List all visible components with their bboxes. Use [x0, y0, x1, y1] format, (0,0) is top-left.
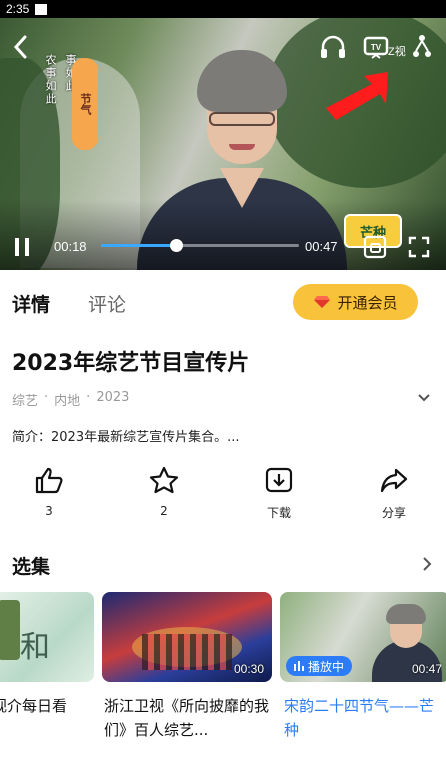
equalizer-icon	[294, 661, 304, 671]
share-nodes-icon	[413, 35, 431, 57]
tv-label: Z视	[388, 46, 406, 58]
chevron-left-icon	[13, 35, 27, 59]
progress-fill	[101, 244, 177, 247]
diamond-icon	[314, 296, 331, 308]
thumbnail-art: 和	[20, 630, 50, 665]
cast-tv-button[interactable]: TV	[362, 34, 390, 62]
meta-genre: 综艺	[12, 394, 39, 409]
screenshot-button[interactable]	[362, 234, 388, 260]
status-time: 2:35	[6, 2, 30, 16]
notification-icon	[35, 3, 48, 15]
screenshot-icon	[363, 235, 387, 259]
now-playing-label: 播放中	[308, 659, 345, 674]
share-icon	[380, 468, 408, 493]
total-time: 00:47	[305, 239, 338, 254]
back-button[interactable]	[8, 32, 34, 62]
download-label: 下载	[266, 506, 291, 520]
like-button[interactable]: 3	[14, 466, 84, 518]
audio-mode-button[interactable]	[318, 32, 348, 62]
thumbs-up-icon	[35, 467, 63, 494]
episode-duration: 00:30	[233, 662, 264, 676]
more-share-button[interactable]	[411, 32, 433, 62]
tv-icon: TV	[363, 36, 389, 59]
expand-details-button[interactable]	[416, 389, 432, 405]
meta-sep: ·	[44, 390, 49, 405]
status-bar: 2:35	[0, 0, 446, 18]
progress-bar[interactable]	[101, 239, 299, 252]
download-icon	[265, 467, 293, 493]
episode-duration: 00:47	[411, 662, 442, 676]
meta-sep: ·	[86, 390, 91, 405]
headphones-icon	[321, 35, 345, 58]
video-player[interactable]: 农事如此 事如此 节气 芒种 TV Z视 00:18 00:47	[0, 18, 446, 270]
share-button[interactable]: 分享	[359, 466, 429, 521]
video-meta: 综艺 · 内地 · 2023	[12, 390, 129, 409]
episodes-more-button[interactable]	[420, 555, 434, 573]
vip-button-label: 开通会员	[337, 293, 398, 312]
action-bar: 3 2 下载 分享	[0, 466, 446, 526]
chevron-down-icon	[418, 394, 430, 402]
meta-year: 2023	[96, 390, 130, 405]
episode-title[interactable]: 视介每日看	[0, 694, 96, 718]
pause-icon	[15, 238, 29, 256]
vip-button[interactable]: 开通会员	[293, 284, 418, 320]
video-title: 2023年综艺节目宣传片	[12, 351, 250, 376]
meta-region: 内地	[54, 394, 81, 409]
video-intro: 简介：2023年最新综艺宣传片集合。...	[12, 430, 240, 445]
episode-thumbnail[interactable]: 00:30	[102, 592, 272, 682]
episodes-heading: 选集	[12, 556, 51, 578]
episode-thumbnail[interactable]: 播放中 00:47	[280, 592, 446, 682]
tab-details[interactable]: 详情	[12, 290, 50, 317]
episode-thumbnail[interactable]: 和	[0, 592, 94, 682]
fullscreen-icon	[408, 236, 430, 258]
chevron-right-icon	[423, 557, 432, 571]
like-count: 3	[45, 504, 53, 518]
now-playing-badge: 播放中	[286, 656, 353, 676]
pause-button[interactable]	[10, 234, 34, 260]
star-icon	[149, 466, 179, 494]
favorite-button[interactable]: 2	[129, 466, 199, 518]
episode-title[interactable]: 浙江卫视《所向披靡的我们》百人综艺...	[104, 694, 270, 742]
red-arrow-annotation	[326, 72, 388, 120]
download-button[interactable]: 下载	[244, 466, 314, 521]
svg-text:TV: TV	[371, 43, 382, 52]
share-label: 分享	[381, 506, 406, 520]
current-time: 00:18	[54, 239, 87, 254]
overlay-caption-1: 农事如此	[44, 54, 57, 106]
fullscreen-button[interactable]	[406, 234, 432, 260]
tab-comments[interactable]: 评论	[88, 290, 126, 317]
favorite-count: 2	[160, 504, 168, 518]
solar-term-badge: 节气	[72, 58, 98, 150]
episode-title-playing[interactable]: 宋韵二十四节气——芒种	[284, 694, 446, 742]
